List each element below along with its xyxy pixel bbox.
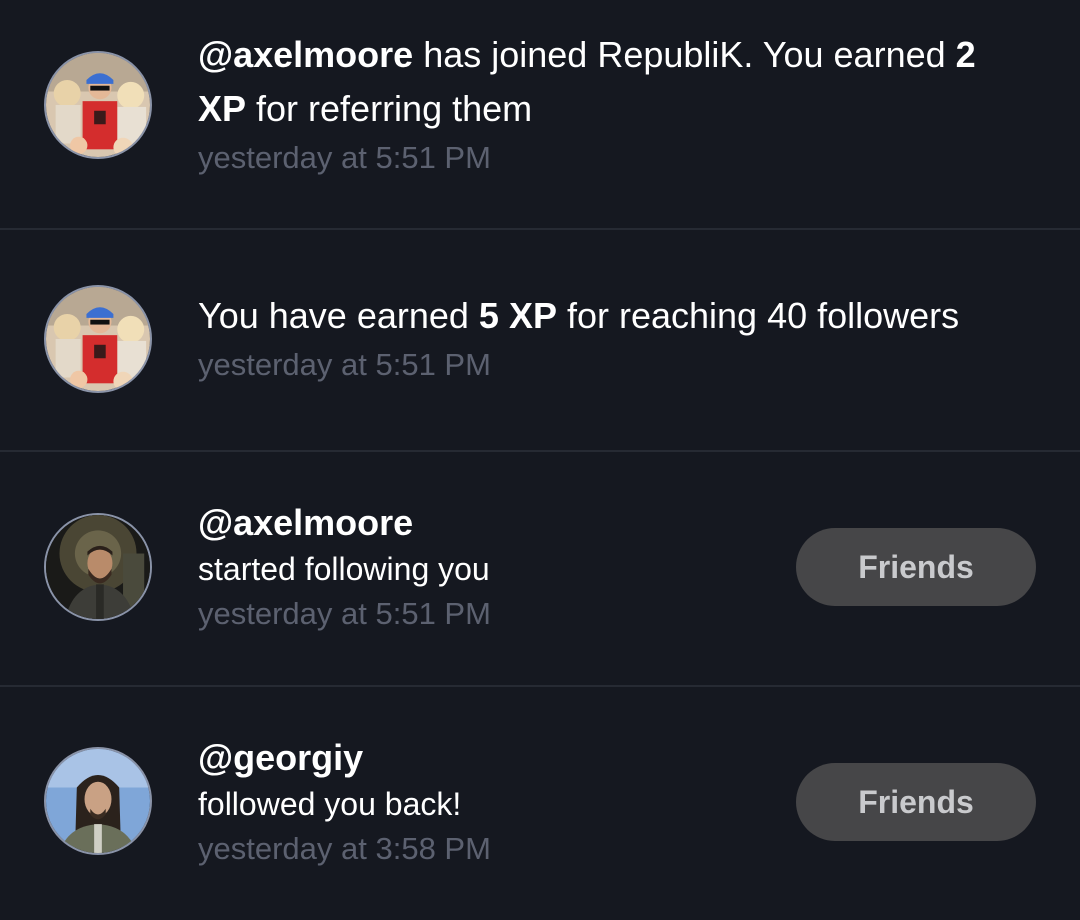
avatar[interactable]: [44, 285, 152, 393]
user-handle[interactable]: @axelmoore: [198, 34, 413, 75]
xp-amount: 5 XP: [478, 295, 557, 336]
notification-item[interactable]: You have earned 5 XP for reaching 40 fol…: [0, 230, 1080, 450]
group-photo-avatar: [46, 53, 150, 157]
friends-button[interactable]: Friends: [796, 763, 1036, 841]
notification-body: You have earned 5 XP for reaching 40 fol…: [198, 289, 998, 387]
notification-message: @axelmoore has joined RepubliK. You earn…: [198, 34, 976, 129]
avatar[interactable]: [44, 51, 152, 159]
long-hair-man-avatar: [46, 749, 150, 853]
notification-item[interactable]: @georgiy followed you back! yesterday at…: [0, 687, 1080, 920]
timestamp: yesterday at 5:51 PM: [198, 140, 491, 175]
group-photo-avatar: [46, 287, 150, 391]
notification-item[interactable]: @axelmoore started following you yesterd…: [0, 452, 1080, 684]
notification-feed: @axelmoore has joined RepubliK. You earn…: [0, 0, 1080, 920]
notification-message: You have earned 5 XP for reaching 40 fol…: [198, 295, 960, 336]
avatar[interactable]: [44, 747, 152, 855]
notification-item[interactable]: @axelmoore has joined RepubliK. You earn…: [0, 0, 1080, 228]
notification-body: @axelmoore has joined RepubliK. You earn…: [198, 28, 998, 180]
bearded-man-avatar: [46, 515, 150, 619]
friends-button[interactable]: Friends: [796, 528, 1036, 606]
avatar[interactable]: [44, 513, 152, 621]
timestamp: yesterday at 5:51 PM: [198, 347, 491, 382]
